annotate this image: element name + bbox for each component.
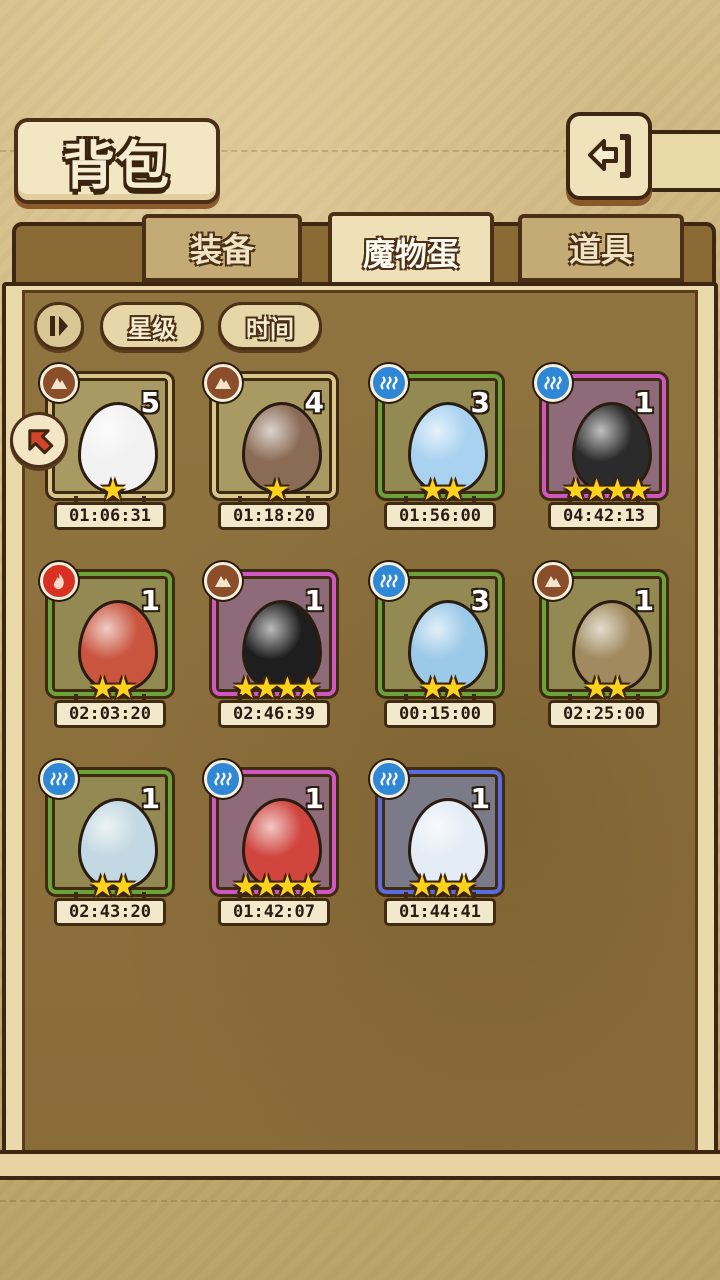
sort-label: 星级 <box>128 314 176 343</box>
egg-card[interactable]: 3 ★★ 00:15:00 <box>370 562 506 728</box>
title-plate: 背包 <box>14 118 220 204</box>
egg-card[interactable]: 1 ★★★★ 01:42:07 <box>204 760 340 926</box>
sort-by-time-button[interactable]: 时间 <box>218 302 322 350</box>
hatch-timer: 01:18:20 <box>218 502 330 530</box>
tab-label: 魔物蛋 <box>362 235 459 273</box>
water-element-icon <box>370 562 408 600</box>
earth-element-icon <box>534 562 572 600</box>
egg-card[interactable]: 1 ★★ 02:03:20 <box>40 562 176 728</box>
page-title: 背包 <box>62 136 171 197</box>
egg-card[interactable]: 1 ★★★ 01:44:41 <box>370 760 506 926</box>
tab-items[interactable]: 道具 <box>518 214 684 282</box>
egg-count: 1 <box>140 782 160 815</box>
egg-count: 1 <box>304 782 324 815</box>
egg-card[interactable]: 4 ★ 01:18:20 <box>204 364 340 530</box>
egg-count: 1 <box>634 386 654 419</box>
tab-label: 装备 <box>189 231 254 269</box>
earth-element-icon <box>40 364 78 402</box>
water-element-icon <box>534 364 572 402</box>
egg-count: 1 <box>304 584 324 617</box>
map-line <box>0 1200 720 1202</box>
tab-monster-eggs[interactable]: 魔物蛋 <box>328 212 494 292</box>
sort-by-stars-button[interactable]: 星级 <box>100 302 204 350</box>
sort-order-icon <box>50 316 68 336</box>
water-element-icon <box>370 760 408 798</box>
tab-label: 道具 <box>568 231 633 269</box>
hatch-timer: 01:42:07 <box>218 898 330 926</box>
back-button-rail <box>640 130 720 192</box>
tab-equipment[interactable]: 装备 <box>142 214 302 282</box>
egg-count: 5 <box>140 386 160 419</box>
hatch-timer: 00:15:00 <box>384 700 496 728</box>
water-element-icon <box>40 760 78 798</box>
water-element-icon <box>370 364 408 402</box>
earth-element-icon <box>204 562 242 600</box>
egg-count: 1 <box>140 584 160 617</box>
egg-count: 4 <box>304 386 324 419</box>
hatch-timer: 01:44:41 <box>384 898 496 926</box>
fire-element-icon <box>40 562 78 600</box>
upgrade-arrow-icon <box>28 429 54 455</box>
hatch-timer: 01:56:00 <box>384 502 496 530</box>
sort-order-toggle[interactable] <box>34 302 84 350</box>
water-element-icon <box>204 760 242 798</box>
egg-count: 3 <box>470 584 490 617</box>
egg-card[interactable]: 3 ★★ 01:56:00 <box>370 364 506 530</box>
hatch-timer: 02:25:00 <box>548 700 660 728</box>
earth-element-icon <box>204 364 242 402</box>
egg-card[interactable]: 1 ★★ 02:43:20 <box>40 760 176 926</box>
egg-card[interactable]: 1 ★★ 02:25:00 <box>534 562 670 728</box>
hatch-timer: 01:06:31 <box>54 502 166 530</box>
egg-count: 3 <box>470 386 490 419</box>
egg-card[interactable]: 1 ★★★★ 04:42:13 <box>534 364 670 530</box>
side-expand-button[interactable] <box>10 412 68 468</box>
egg-card[interactable]: 1 ★★★★ 02:46:39 <box>204 562 340 728</box>
hatch-timer: 02:03:20 <box>54 700 166 728</box>
hatch-timer: 02:43:20 <box>54 898 166 926</box>
hatch-timer: 04:42:13 <box>548 502 660 530</box>
back-button[interactable] <box>566 112 652 200</box>
sort-label: 时间 <box>246 314 294 343</box>
hatch-timer: 02:46:39 <box>218 700 330 728</box>
egg-count: 1 <box>470 782 490 815</box>
egg-count: 1 <box>634 584 654 617</box>
panel-bottom-rail <box>0 1150 720 1180</box>
return-arrow-icon <box>588 134 631 178</box>
